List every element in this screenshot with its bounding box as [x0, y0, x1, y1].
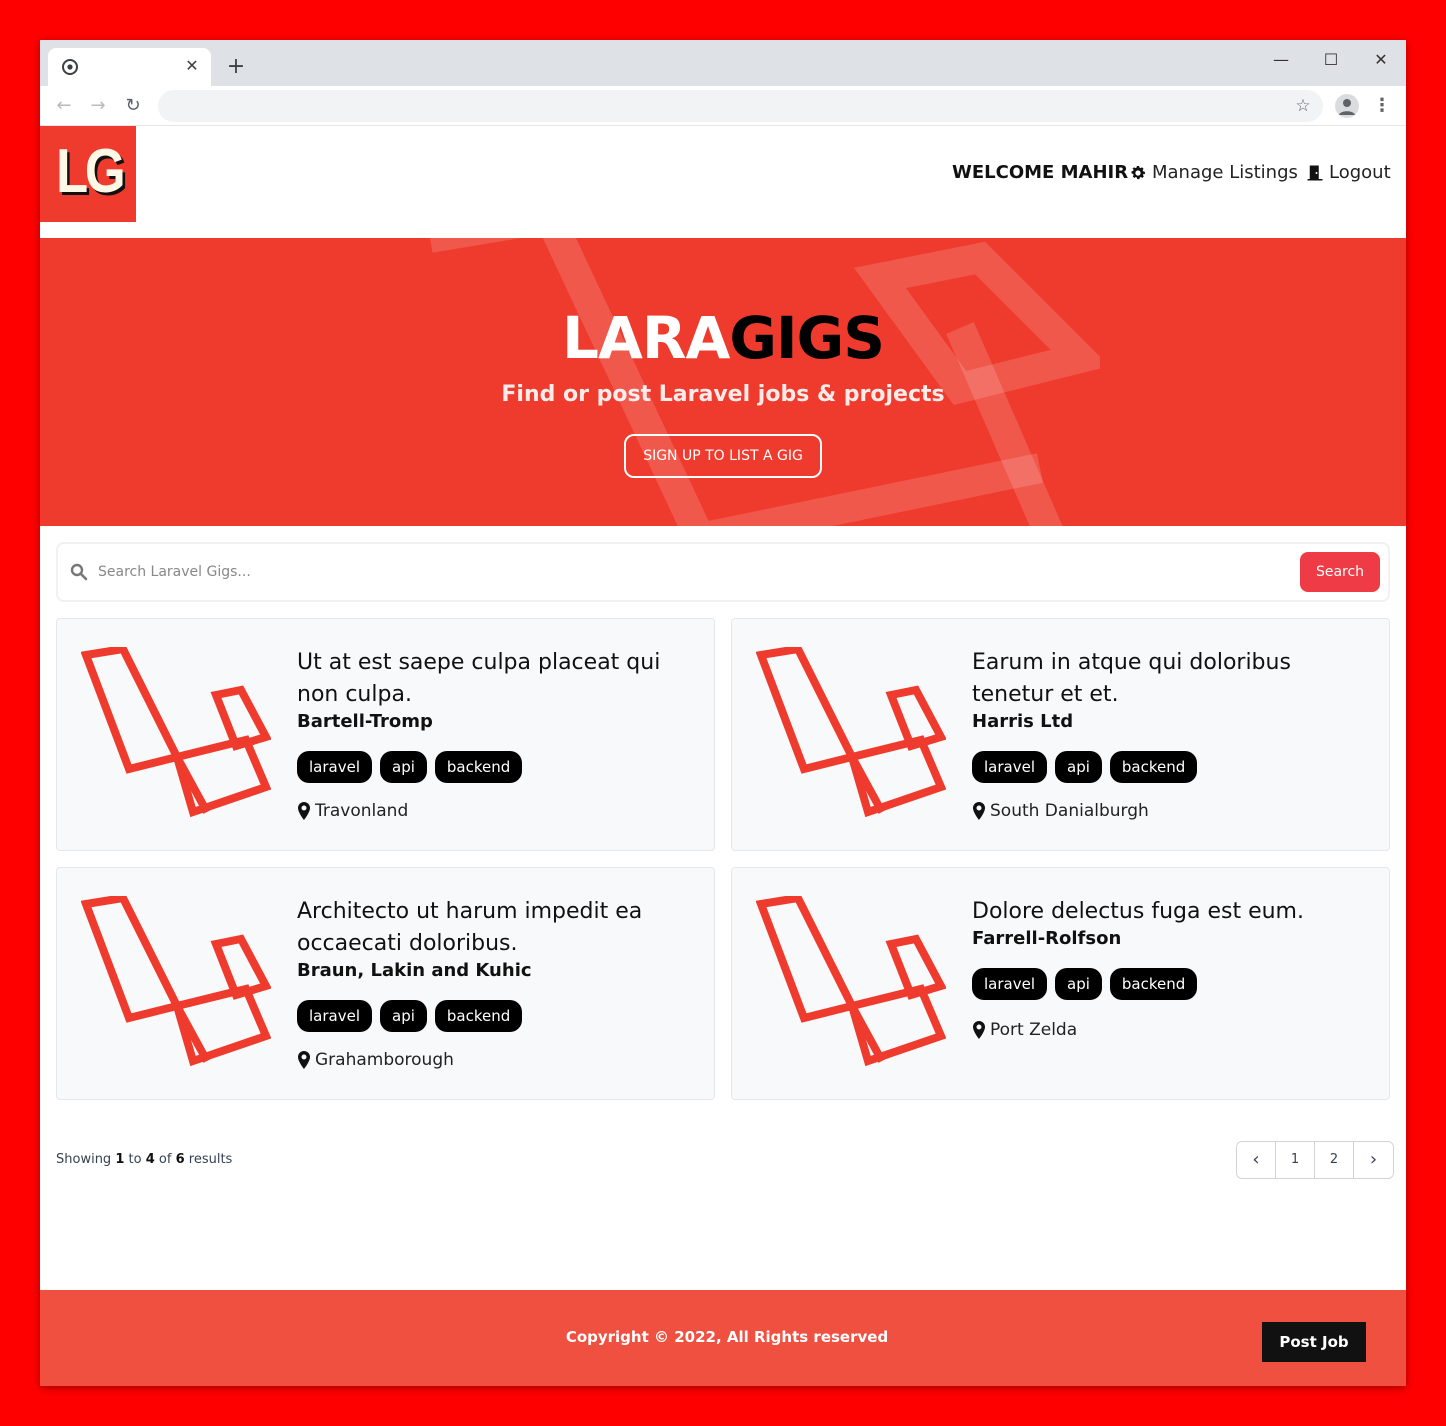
- listing-location: Travonland: [297, 801, 408, 821]
- site-navbar: LG WELCOME MAHIR Manage Listings Logout: [40, 126, 1406, 238]
- prev-page-chevron-icon[interactable]: ‹: [1237, 1142, 1276, 1178]
- listing-company: Harris Ltd: [972, 711, 1074, 732]
- laravel-logo-icon: [756, 647, 946, 818]
- tab-strip: ✕ + — ☐ ✕: [40, 40, 1406, 86]
- tag-laravel[interactable]: laravel: [972, 751, 1047, 783]
- location-label: Travonland: [315, 801, 409, 821]
- results-total: 6: [175, 1152, 185, 1167]
- map-pin-icon: [298, 802, 310, 820]
- listing-card[interactable]: Dolore delectus fuga est eum. Farrell-Ro…: [731, 867, 1390, 1100]
- listing-tags: laravel api backend: [972, 968, 1198, 1000]
- signup-button[interactable]: SIGN UP TO LIST A GIG: [624, 434, 822, 478]
- maximize-icon[interactable]: ☐: [1317, 46, 1345, 74]
- listing-location: South Danialburgh: [972, 801, 1149, 821]
- hero-banner: LARAGIGS Find or post Laravel jobs & pro…: [40, 238, 1406, 526]
- listing-card[interactable]: Earum in atque qui doloribus tenetur et …: [731, 618, 1390, 851]
- location-label: South Danialburgh: [990, 801, 1149, 821]
- profile-icon[interactable]: [1335, 94, 1359, 118]
- site: LG WELCOME MAHIR Manage Listings Logout: [40, 126, 1406, 1386]
- showing-word: Showing: [56, 1152, 112, 1167]
- tab-close-icon[interactable]: ✕: [183, 57, 201, 75]
- browser-tab[interactable]: ✕: [48, 48, 211, 86]
- listing-company: Braun, Lakin and Kuhic: [297, 960, 532, 981]
- back-arrow-icon[interactable]: ←: [52, 94, 76, 118]
- post-job-button[interactable]: Post Job: [1262, 1322, 1366, 1362]
- listing-card[interactable]: Ut at est saepe culpa placeat qui non cu…: [56, 618, 715, 851]
- tag-laravel[interactable]: laravel: [297, 1000, 372, 1032]
- welcome-text: WELCOME MAHIR: [952, 162, 1129, 183]
- close-window-icon[interactable]: ✕: [1367, 46, 1395, 74]
- listing-tags: laravel api backend: [972, 751, 1198, 783]
- search-icon: [70, 563, 88, 581]
- listing-title[interactable]: Dolore delectus fuga est eum.: [972, 896, 1372, 928]
- hero-subtitle: Find or post Laravel jobs & projects: [501, 382, 945, 407]
- map-pin-icon: [973, 802, 985, 820]
- of-word: of: [158, 1152, 172, 1167]
- pagination: ‹ 1 2 ›: [1236, 1141, 1394, 1179]
- site-logo[interactable]: LG: [40, 126, 136, 222]
- minimize-icon[interactable]: —: [1267, 46, 1295, 74]
- star-icon[interactable]: ☆: [1293, 96, 1313, 116]
- browser-window: ✕ + — ☐ ✕ ← → ↻ ☆ ⋮ LG WELCOME MAHIR Man…: [40, 40, 1406, 1386]
- tag-backend[interactable]: backend: [434, 1000, 523, 1032]
- location-label: Port Zelda: [990, 1020, 1078, 1040]
- tag-backend[interactable]: backend: [1109, 968, 1198, 1000]
- search-button[interactable]: Search: [1300, 552, 1380, 592]
- location-label: Grahamborough: [315, 1050, 454, 1070]
- forward-arrow-icon[interactable]: →: [86, 94, 110, 118]
- results-from: 1: [115, 1152, 125, 1167]
- logout-link[interactable]: Logout: [1306, 162, 1391, 183]
- copyright-text: Copyright © 2022, All Rights reserved: [565, 1328, 889, 1346]
- results-summary: Showing 1 to 4 of 6 results: [56, 1152, 232, 1167]
- tag-laravel[interactable]: laravel: [972, 968, 1047, 1000]
- laravel-logo-icon: [81, 896, 271, 1067]
- laravel-logo-icon: [756, 896, 946, 1067]
- hero-title-gigs: GIGS: [729, 304, 885, 372]
- gear-icon: [1131, 165, 1146, 179]
- listing-title[interactable]: Earum in atque qui doloribus tenetur et …: [972, 647, 1372, 711]
- address-bar[interactable]: ☆: [158, 90, 1323, 122]
- reload-icon[interactable]: ↻: [121, 94, 145, 118]
- page-2[interactable]: 2: [1315, 1142, 1354, 1178]
- listing-tags: laravel api backend: [297, 1000, 523, 1032]
- page-1[interactable]: 1: [1276, 1142, 1315, 1178]
- tag-backend[interactable]: backend: [434, 751, 523, 783]
- tag-api[interactable]: api: [380, 1000, 427, 1032]
- new-tab-icon[interactable]: +: [224, 55, 248, 79]
- laravel-logo-icon: [81, 647, 271, 818]
- search-bar: Search: [56, 542, 1390, 602]
- browser-toolbar: ← → ↻ ☆ ⋮: [40, 86, 1406, 126]
- results-word: results: [188, 1152, 233, 1167]
- tag-api[interactable]: api: [1055, 968, 1102, 1000]
- results-to: 4: [145, 1152, 155, 1167]
- site-footer: Copyright © 2022, All Rights reserved Po…: [40, 1290, 1406, 1386]
- to-word: to: [128, 1152, 142, 1167]
- manage-listings-label: Manage Listings: [1152, 162, 1298, 183]
- chrome-icon: [62, 59, 78, 75]
- tag-api[interactable]: api: [380, 751, 427, 783]
- hero-title: LARAGIGS: [40, 304, 1406, 372]
- listing-tags: laravel api backend: [297, 751, 523, 783]
- listing-title[interactable]: Ut at est saepe culpa placeat qui non cu…: [297, 647, 697, 711]
- tag-laravel[interactable]: laravel: [297, 751, 372, 783]
- tag-api[interactable]: api: [1055, 751, 1102, 783]
- listing-card[interactable]: Architecto ut harum impedit ea occaecati…: [56, 867, 715, 1100]
- kebab-menu-icon[interactable]: ⋮: [1372, 94, 1392, 118]
- manage-listings-link[interactable]: Manage Listings: [1129, 162, 1298, 183]
- door-icon: [1307, 165, 1323, 180]
- logout-label: Logout: [1329, 162, 1391, 183]
- next-page-chevron-icon[interactable]: ›: [1354, 1142, 1393, 1178]
- map-pin-icon: [298, 1051, 310, 1069]
- tag-backend[interactable]: backend: [1109, 751, 1198, 783]
- logo-text: LG: [56, 137, 126, 206]
- listing-company: Bartell-Tromp: [297, 711, 433, 732]
- listing-title[interactable]: Architecto ut harum impedit ea occaecati…: [297, 896, 697, 960]
- listing-company: Farrell-Rolfson: [972, 928, 1122, 949]
- listing-location: Grahamborough: [297, 1050, 454, 1070]
- search-input[interactable]: [98, 558, 1198, 586]
- hero-title-lara: LARA: [562, 304, 730, 372]
- map-pin-icon: [973, 1021, 985, 1039]
- listing-location: Port Zelda: [972, 1020, 1077, 1040]
